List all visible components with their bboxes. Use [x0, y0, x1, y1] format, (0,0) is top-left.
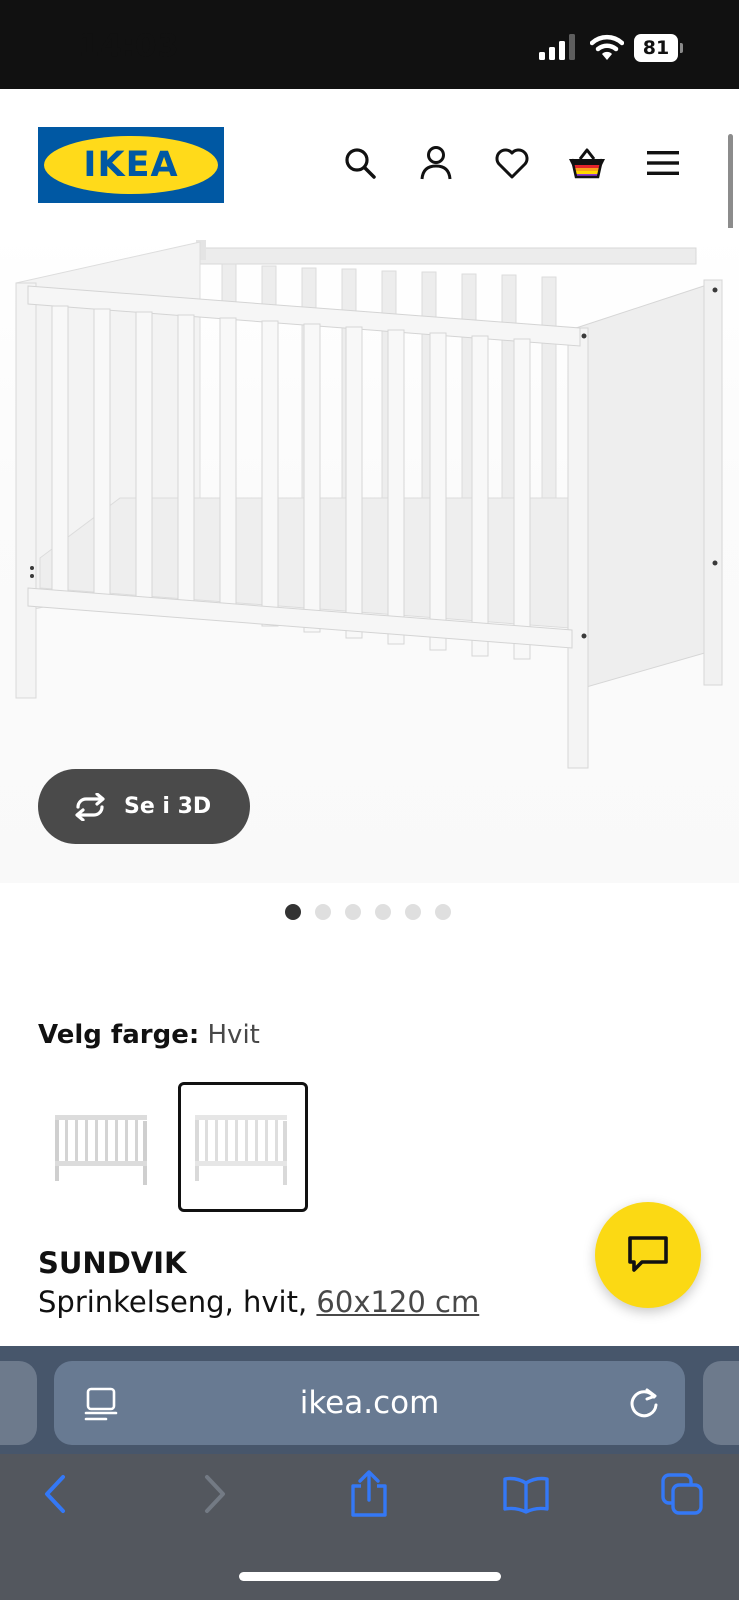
logo-text: IKEA: [83, 145, 179, 185]
heart-icon: [495, 148, 529, 179]
share-icon: [351, 1470, 387, 1517]
carousel-dot[interactable]: [435, 904, 451, 920]
forward-button[interactable]: [190, 1470, 238, 1518]
shopping-bag-button[interactable]: [567, 143, 607, 183]
product-size-link[interactable]: 60x120 cm: [316, 1285, 479, 1319]
back-button[interactable]: [32, 1470, 80, 1518]
home-indicator: [239, 1572, 501, 1581]
address-field[interactable]: [54, 1361, 685, 1445]
menu-button[interactable]: [643, 143, 683, 183]
carousel-dot[interactable]: [285, 904, 301, 920]
carousel-dot[interactable]: [345, 904, 361, 920]
carousel-dot[interactable]: [375, 904, 391, 920]
bookmarks-button[interactable]: [502, 1470, 550, 1518]
search-button[interactable]: [340, 143, 380, 183]
shopping-bag-icon: [569, 148, 605, 179]
carousel-dot[interactable]: [315, 904, 331, 920]
carousel-dots: [285, 904, 451, 920]
product-description-text: Sprinkelseng, hvit,: [38, 1285, 308, 1319]
favourites-button[interactable]: [492, 143, 532, 183]
chevron-right-icon: [205, 1475, 225, 1513]
search-icon: [345, 148, 376, 179]
reload-icon[interactable]: [626, 1385, 662, 1421]
cellular-signal-icon: [539, 34, 575, 60]
battery-level: 81: [642, 37, 670, 59]
color-selector-label: Velg farge: Hvit: [38, 1020, 260, 1050]
rotate-3d-icon: [75, 792, 105, 821]
wifi-icon: [590, 34, 624, 60]
chat-button[interactable]: [595, 1202, 701, 1308]
share-button[interactable]: [345, 1470, 393, 1518]
battery-indicator: 81: [634, 34, 683, 62]
ikea-logo[interactable]: IKEA: [38, 127, 224, 203]
chevron-left-icon: [45, 1475, 65, 1513]
crib-thumbnail: [55, 1115, 147, 1185]
color-value: Hvit: [207, 1020, 260, 1050]
color-swatch-option-selected[interactable]: [178, 1082, 308, 1212]
carousel-dot[interactable]: [405, 904, 421, 920]
color-swatch-option[interactable]: [38, 1082, 168, 1212]
tabs-icon: [661, 1473, 703, 1515]
status-time: 14:03: [78, 28, 180, 64]
product-description: Sprinkelseng, hvit, 60x120 cm: [38, 1285, 479, 1319]
view-in-3d-button[interactable]: Se i 3D: [38, 769, 250, 844]
crib-thumbnail: [195, 1115, 287, 1185]
page-menu-icon[interactable]: [84, 1387, 118, 1421]
color-label: Velg farge:: [38, 1020, 200, 1050]
book-icon: [503, 1476, 549, 1514]
hamburger-menu-icon: [647, 151, 679, 175]
account-button[interactable]: [416, 143, 456, 183]
previous-tab-preview[interactable]: [0, 1361, 37, 1445]
tabs-button[interactable]: [658, 1470, 706, 1518]
view-in-3d-label: Se i 3D: [124, 794, 212, 819]
account-icon: [420, 146, 452, 180]
next-tab-preview[interactable]: [703, 1361, 739, 1445]
chat-bubble-icon: [628, 1236, 668, 1272]
product-name: SUNDVIK: [38, 1246, 187, 1280]
